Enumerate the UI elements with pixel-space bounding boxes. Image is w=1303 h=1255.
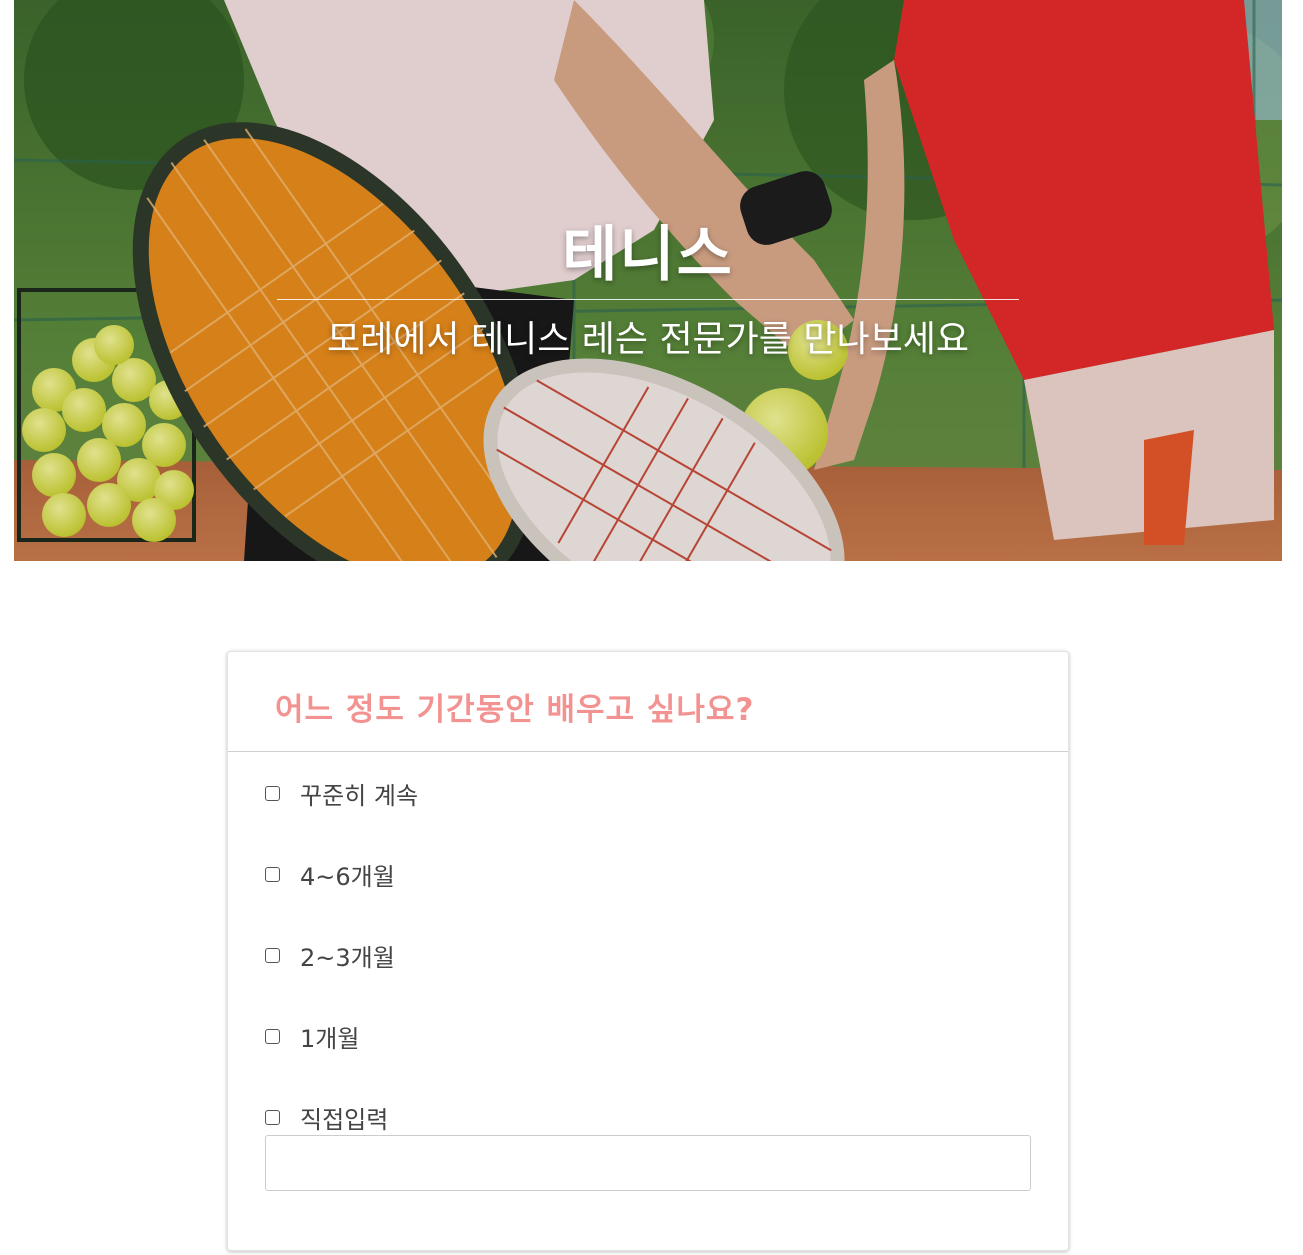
option-label: 4~6개월 [300, 862, 395, 891]
option-2-3-months[interactable]: 2~3개월 [265, 940, 395, 972]
option-label: 직접입력 [300, 1105, 389, 1134]
question-title: 어느 정도 기간동안 배우고 싶나요? [275, 692, 755, 728]
option-4-6-months[interactable]: 4~6개월 [265, 859, 395, 891]
option-label: 꾸준히 계속 [300, 781, 419, 810]
checkbox[interactable] [265, 947, 280, 963]
hero-subtitle: 모레에서 테니스 레슨 전문가를 만나보세요 [327, 319, 969, 360]
option-continuous[interactable]: 꾸준히 계속 [265, 778, 419, 810]
hero-banner: 테니스 모레에서 테니스 레슨 전문가를 만나보세요 [14, 0, 1282, 561]
question-header: 어느 정도 기간동안 배우고 싶나요? [228, 652, 1068, 752]
option-custom[interactable]: 직접입력 [265, 1102, 389, 1134]
checkbox[interactable] [265, 1109, 280, 1125]
option-label: 1개월 [300, 1024, 360, 1053]
option-label: 2~3개월 [300, 943, 395, 972]
option-1-month[interactable]: 1개월 [265, 1021, 360, 1053]
custom-duration-input[interactable] [265, 1135, 1031, 1191]
hero-title: 테니스 [562, 220, 734, 290]
checkbox[interactable] [265, 1028, 280, 1044]
question-card: 어느 정도 기간동안 배우고 싶나요? 꾸준히 계속 4~6개월 2~3개월 1… [227, 651, 1069, 1251]
checkbox[interactable] [265, 866, 280, 882]
hero-divider [277, 299, 1019, 300]
checkbox[interactable] [265, 785, 280, 801]
